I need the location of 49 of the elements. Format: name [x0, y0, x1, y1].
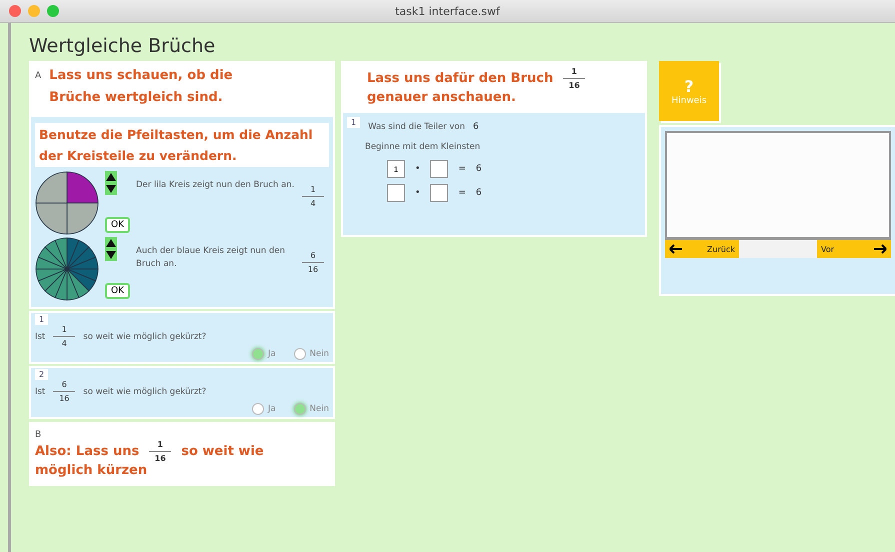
question-text: so weit wie möglich gekürzt?	[83, 332, 206, 342]
right-arrow-icon	[873, 244, 887, 254]
conclusion-text: so weit wie	[181, 444, 264, 459]
section-heading: genauer anschauen.	[367, 90, 517, 105]
spinner-arrows-icon[interactable]	[105, 171, 117, 195]
hint-text: Beginne mit dem Kleinsten	[365, 141, 482, 154]
fraction: 1 16	[563, 67, 586, 90]
conclusion-text: Also: Lass uns	[35, 444, 140, 459]
section-label: B	[35, 429, 42, 440]
input-field[interactable]	[430, 160, 448, 178]
window-title: task1 interface.swf	[394, 4, 502, 18]
input-field[interactable]	[430, 184, 448, 202]
conclusion-text: möglich kürzen	[35, 463, 148, 478]
ok-button[interactable]: OK	[105, 283, 130, 299]
result-number: 6	[476, 188, 482, 198]
circle-description: Der lila Kreis zeigt nun den Bruch an.	[136, 179, 296, 192]
back-button[interactable]: Zurück	[665, 240, 739, 258]
fraction: 1 16	[149, 440, 172, 463]
fraction: 1 4	[53, 325, 76, 348]
circle-description: Auch der blaue Kreis zeigt nun den Bruch an.	[136, 245, 286, 271]
section-heading: Lass uns dafür den Bruch	[367, 71, 554, 86]
ok-button[interactable]: OK	[105, 217, 130, 233]
section-heading: Lass uns schauen, ob die Brüche wertgleich sind.	[49, 67, 234, 107]
fraction: 6 16	[53, 380, 76, 403]
question-number: 6	[473, 122, 479, 132]
input-field[interactable]: 1	[387, 160, 405, 178]
zoom-icon[interactable]	[47, 5, 59, 17]
spinner-arrows-icon[interactable]	[105, 237, 117, 261]
times-sign: •	[415, 164, 420, 174]
result-number: 6	[476, 164, 482, 174]
left-arrow-icon	[669, 244, 683, 254]
close-icon[interactable]	[9, 5, 21, 17]
question-text: Was sind die Teiler von	[368, 121, 466, 134]
question-prefix: Ist	[35, 332, 46, 342]
step-number: 1	[347, 117, 360, 128]
question-prefix: Ist	[35, 386, 46, 396]
instruction-text: Benutze die Pfeiltasten, um die Anzahl der Kreisteile zu verändern.	[35, 123, 329, 167]
forward-button[interactable]: Vor	[817, 240, 891, 258]
section-label: A	[35, 70, 42, 83]
question-text: so weit wie möglich gekürzt?	[83, 386, 206, 396]
equals-sign: =	[458, 164, 466, 174]
page-title: Wertgleiche Brüche	[29, 35, 216, 57]
fraction: 6 16	[302, 251, 324, 274]
step-number: 1	[35, 314, 48, 325]
equals-sign: =	[458, 188, 466, 198]
fraction: 1 4	[302, 185, 324, 208]
times-sign: •	[415, 188, 420, 198]
input-field[interactable]	[387, 184, 405, 202]
step-number: 2	[35, 369, 48, 380]
